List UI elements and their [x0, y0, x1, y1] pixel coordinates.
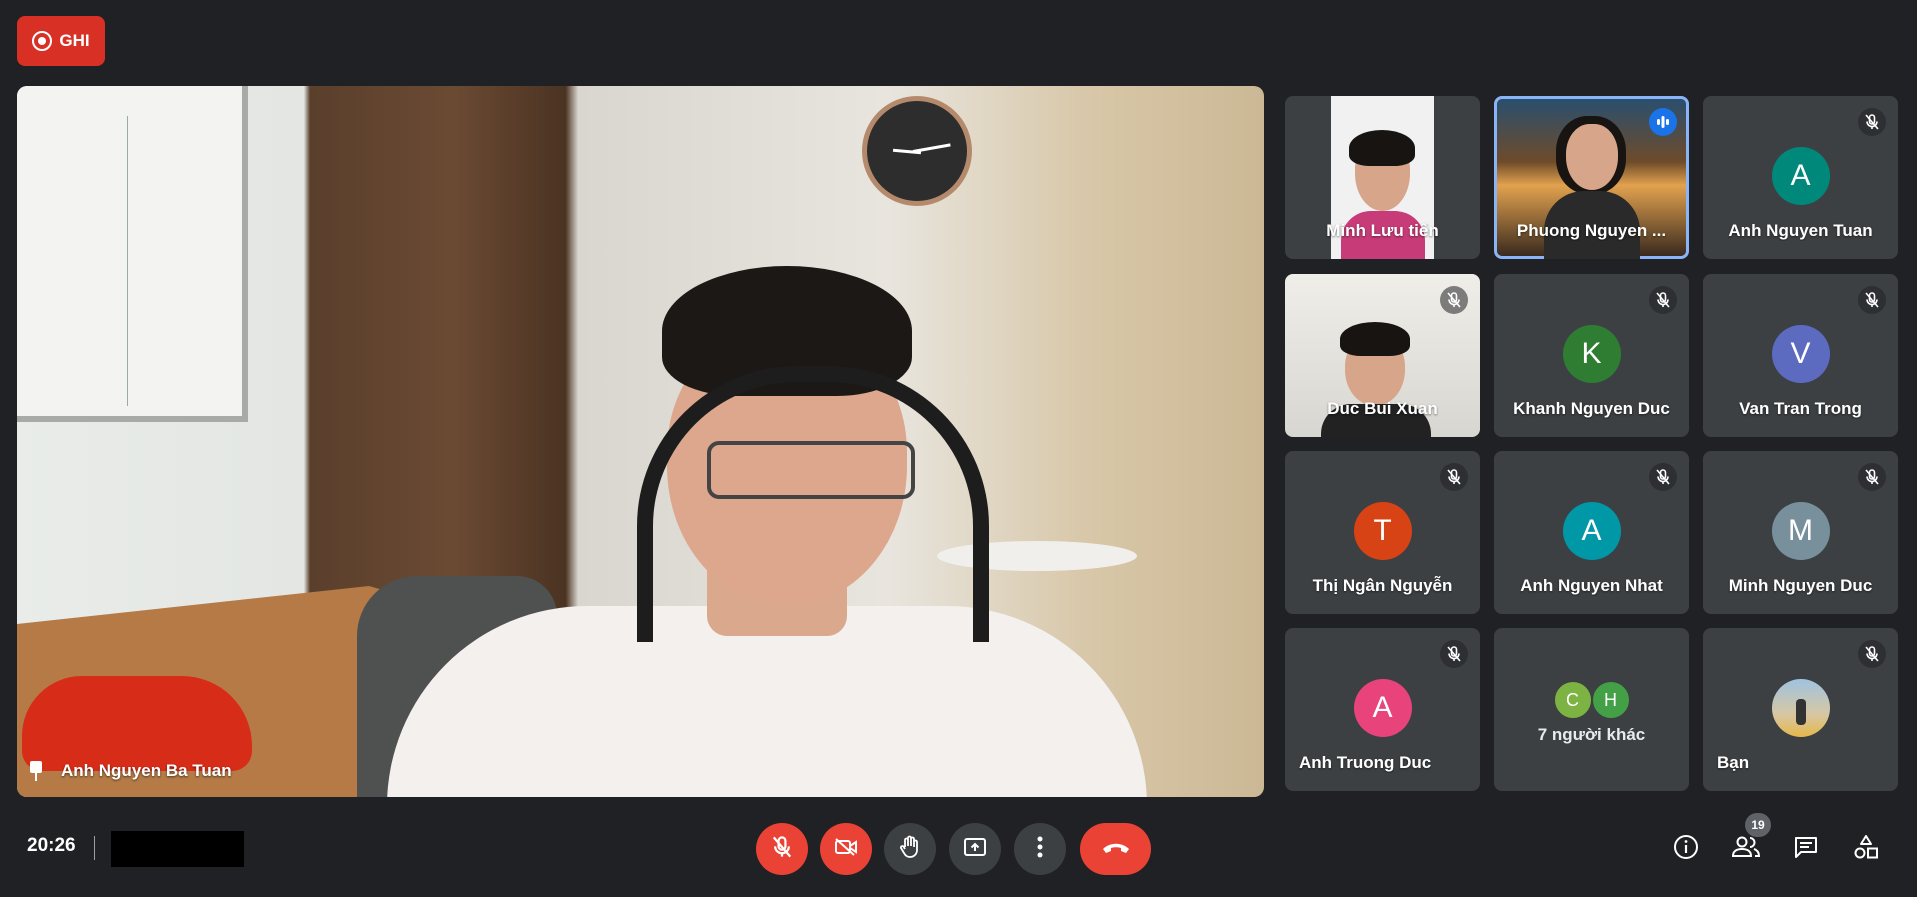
mic-off-icon: [1440, 640, 1468, 668]
participant-avatar: A: [1562, 502, 1621, 560]
mic-off-icon: [1440, 463, 1468, 491]
participant-tile[interactable]: A Anh Nguyen Tuan: [1703, 96, 1898, 259]
participant-tile[interactable]: A Anh Nguyen Nhat: [1494, 451, 1689, 614]
self-avatar-photo: [1771, 679, 1830, 737]
whiteboard-background: [17, 86, 248, 422]
participant-avatar: C: [1552, 680, 1593, 720]
participant-avatar: K: [1562, 325, 1621, 383]
participant-name: Anh Nguyen Tuan: [1728, 221, 1873, 240]
self-tile[interactable]: Bạn: [1703, 628, 1898, 791]
chat-icon: [1793, 835, 1819, 864]
call-end-icon: [1101, 840, 1131, 859]
mic-off-icon: [1858, 108, 1886, 136]
self-name: Bạn: [1717, 753, 1750, 772]
more-vert-icon: [1037, 836, 1043, 863]
more-options-button[interactable]: [1014, 823, 1066, 875]
leave-call-button[interactable]: [1080, 823, 1151, 875]
activities-button[interactable]: [1849, 832, 1883, 866]
info-icon: [1673, 834, 1699, 865]
participant-name: Minh Lưu tiến: [1326, 221, 1439, 240]
mic-off-icon: [1649, 286, 1677, 314]
toy-car-background: [22, 676, 252, 771]
present-screen-button[interactable]: [949, 823, 1001, 875]
participant-tile[interactable]: A Anh Truong Duc: [1285, 628, 1480, 791]
main-speaker-video[interactable]: Anh Nguyen Ba Tuan: [17, 86, 1264, 797]
participant-name: Minh Nguyen Duc: [1728, 576, 1873, 595]
participant-name: Van Tran Trong: [1739, 399, 1862, 418]
participant-tile-active-speaker[interactable]: Phuong Nguyen ...: [1494, 96, 1689, 259]
hand-icon: [899, 835, 921, 864]
mic-off-icon: [1858, 463, 1886, 491]
participant-name: Thị Ngân Nguyễn: [1312, 576, 1453, 595]
participant-tile[interactable]: V Van Tran Trong: [1703, 274, 1898, 437]
chat-button[interactable]: [1789, 832, 1823, 866]
participant-name: Anh Nguyen Nhat: [1520, 576, 1663, 595]
wall-clock-background: [862, 96, 972, 206]
divider: [94, 836, 95, 860]
camera-off-icon: [834, 837, 858, 862]
participant-count-badge: 19: [1745, 813, 1771, 837]
mic-off-icon: [1649, 463, 1677, 491]
recording-badge[interactable]: GHI: [17, 16, 105, 66]
participant-name: Phuong Nguyen ...: [1516, 221, 1667, 240]
mic-off-icon: [1858, 286, 1886, 314]
participant-avatar: T: [1353, 502, 1412, 560]
raise-hand-button[interactable]: [884, 823, 936, 875]
participant-tile[interactable]: Minh Lưu tiến: [1285, 96, 1480, 259]
participant-avatar: M: [1771, 502, 1830, 560]
other-participants-avatars: C H: [1552, 680, 1631, 720]
mic-off-icon: [1858, 640, 1886, 668]
participant-tile[interactable]: M Minh Nguyen Duc: [1703, 451, 1898, 614]
participant-avatar: H: [1590, 680, 1631, 720]
participant-avatar: A: [1771, 147, 1830, 205]
camera-toggle-button[interactable]: [820, 823, 872, 875]
participant-avatar: A: [1353, 679, 1412, 737]
present-screen-icon: [963, 837, 987, 862]
pin-icon[interactable]: [29, 761, 43, 781]
participant-name: Anh Truong Duc: [1299, 753, 1432, 772]
activities-icon: [1853, 834, 1879, 865]
participant-tile[interactable]: T Thị Ngân Nguyễn: [1285, 451, 1480, 614]
participant-tile[interactable]: K Khanh Nguyen Duc: [1494, 274, 1689, 437]
meeting-time: 20:26: [27, 835, 76, 856]
record-icon: [32, 31, 53, 51]
mic-off-icon: [772, 835, 792, 863]
other-participants-count: 7 người khác: [1537, 725, 1646, 744]
speaking-indicator-icon: [1649, 108, 1677, 136]
people-icon: [1731, 836, 1761, 863]
participant-name: Khanh Nguyen Duc: [1513, 399, 1670, 418]
participant-tile[interactable]: Duc Bui Xuan: [1285, 274, 1480, 437]
meeting-info-button[interactable]: [1669, 832, 1703, 866]
people-button[interactable]: [1729, 832, 1763, 866]
redacted-meeting-code: [111, 831, 244, 867]
main-speaker-nameplate: Anh Nguyen Ba Tuan: [29, 761, 232, 781]
mic-toggle-button[interactable]: [756, 823, 808, 875]
other-participants-tile[interactable]: C H 7 người khác: [1494, 628, 1689, 791]
participant-name: Duc Bui Xuan: [1327, 399, 1438, 418]
participant-avatar: V: [1771, 325, 1830, 383]
main-speaker-name: Anh Nguyen Ba Tuan: [61, 761, 232, 780]
mic-off-icon: [1440, 286, 1468, 314]
recording-label: GHI: [59, 31, 90, 50]
